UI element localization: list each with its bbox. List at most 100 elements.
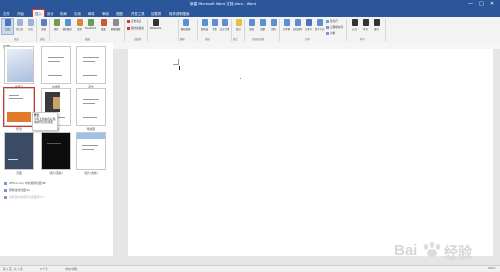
ribbon-button-label: Wikipedia — [149, 27, 162, 30]
tab-6[interactable]: 邮件 — [88, 11, 95, 16]
menu-item-label: 将所选内容保存到封面库(S)... — [9, 195, 47, 199]
ribbon-group-label: 文本 — [305, 38, 310, 41]
text-box-icon — [283, 19, 290, 26]
small-item-label: 我的加载项 — [131, 27, 144, 30]
tab-11[interactable]: 操作说明搜索 — [169, 11, 189, 16]
tab-2[interactable]: 插入 — [32, 8, 45, 18]
tab-4[interactable]: 布局 — [60, 11, 67, 16]
cover-menu-item[interactable]: 删除当前封面(R) — [4, 188, 30, 192]
minimize-button[interactable]: — — [468, 1, 473, 7]
ribbon-group-label: 批注 — [233, 38, 238, 41]
cover-thumbnail-caption: 平面 — [16, 171, 22, 175]
document-page[interactable] — [128, 49, 493, 256]
drop-cap-button[interactable]: 首字下沉 — [314, 19, 325, 34]
cover-thumbnail[interactable] — [3, 87, 35, 127]
wikipedia-icon — [152, 19, 159, 26]
tab-8[interactable]: 视图 — [116, 11, 123, 16]
cover-thumbnail[interactable] — [41, 132, 71, 170]
ribbon-group-separator — [178, 19, 179, 41]
tab-7[interactable]: 审阅 — [102, 11, 109, 16]
small-item-label: 签名行 — [330, 20, 338, 23]
document-canvas — [113, 49, 500, 256]
bookmark-icon — [211, 19, 218, 26]
ribbon-button-label: 交叉引用 — [219, 28, 230, 31]
ribbon-group-separator — [124, 19, 125, 41]
cover-page-gallery: 内置 奥斯汀边线型花丝怀旧积分母版型平面切片(深色)切片(浅色)怀旧带有大的彩色… — [0, 43, 114, 256]
maximize-button[interactable]: □ — [479, 1, 484, 7]
ribbon-small-item-3[interactable]: 日期和时间 — [326, 25, 343, 29]
page-count[interactable]: 第 1 页，共 1 页 — [3, 267, 23, 271]
cover-menu-item[interactable]: Office.com 中的其他封面(M) — [4, 181, 46, 185]
online-video-icon — [182, 19, 189, 26]
ribbon-button-label: 首字下沉 — [314, 28, 325, 31]
ribbon-group-label: 页眉和页脚 — [252, 38, 264, 41]
ribbon-group-separator — [147, 19, 148, 41]
hyperlink-icon — [201, 19, 208, 26]
cover-menu-item[interactable]: 将所选内容保存到封面库(S)... — [4, 195, 46, 199]
chart-icon — [100, 19, 107, 26]
page-break-button[interactable]: 分页 — [25, 19, 36, 34]
cover-thumbnail[interactable] — [76, 46, 106, 84]
menu-item-label: Office.com 中的其他封面(M) — [9, 181, 47, 185]
tab-9[interactable]: 开发工具 — [131, 11, 145, 16]
small-item-icon — [127, 19, 130, 23]
title-bar: 新建 Microsoft Word 文档.docx - Word — □ ✕ — [0, 0, 500, 9]
cover-thumbnail[interactable] — [4, 46, 34, 84]
comment-button[interactable]: 批注 — [233, 19, 244, 34]
ribbon-small-item-2[interactable]: 签名行 — [326, 19, 338, 23]
tab-0[interactable]: 文件 — [3, 11, 10, 16]
tab-5[interactable]: 引用 — [74, 11, 81, 16]
picture-icon — [53, 19, 60, 26]
cover-page-icon — [4, 19, 11, 26]
ribbon-group-separator — [385, 19, 386, 41]
watermark-url: jingyan.baidu.com — [446, 257, 474, 261]
ribbon-group-separator — [279, 19, 280, 41]
cover-thumbnail[interactable] — [4, 132, 34, 170]
tab-10[interactable]: 加载项 — [151, 11, 161, 16]
small-item-label: 应用商店 — [131, 20, 142, 23]
small-item-icon — [326, 19, 329, 23]
cover-thumbnail-caption: 母版型 — [86, 127, 96, 131]
word-count[interactable]: 0 个字 — [40, 267, 48, 271]
ribbon-group-label: 表格 — [40, 38, 45, 41]
menu-item-icon — [4, 181, 7, 185]
zoom-level[interactable]: 100% — [488, 267, 495, 270]
tab-1[interactable]: 开始 — [17, 11, 24, 16]
number-button[interactable]: 编号 — [371, 19, 382, 34]
smartart-button[interactable]: SmartArt — [85, 19, 96, 34]
cover-thumbnail-caption: 切片(浅色) — [84, 171, 98, 175]
ribbon-small-item-4[interactable]: 对象 — [326, 31, 335, 35]
cover-thumbnail[interactable] — [41, 46, 71, 84]
ribbon-group-separator — [346, 19, 347, 41]
menu-item-label: 删除当前封面(R) — [9, 188, 30, 192]
language-indicator[interactable]: 中文(中国) — [65, 267, 77, 271]
text-cursor — [179, 66, 180, 70]
cover-tooltip: 怀旧 带有大的彩色标题块的怀旧型封面 — [32, 112, 58, 131]
screenshot-button[interactable]: 屏幕截图 — [110, 19, 121, 34]
close-button[interactable]: ✕ — [490, 1, 494, 7]
ribbon-button-label: 屏幕截图 — [110, 28, 121, 31]
ribbon-group-label: 插图 — [85, 38, 90, 41]
cover-thumbnail[interactable] — [76, 88, 106, 126]
equation-icon — [351, 19, 358, 26]
menu-item-icon — [4, 188, 7, 192]
cover-thumbnail[interactable] — [76, 132, 106, 170]
baidu-jingyan-watermark: Bai 经验 jingyan.baidu.com — [386, 238, 496, 262]
ribbon-group-label: 页面 — [14, 38, 19, 41]
online-video-button[interactable]: 联机视频 — [180, 19, 191, 34]
screenshot-icon — [112, 19, 119, 26]
header-icon — [248, 19, 255, 26]
tab-3[interactable]: 设计 — [47, 11, 54, 16]
small-item-label: 对象 — [330, 32, 336, 35]
ribbon-group-label: 符号 — [360, 38, 365, 41]
ribbon-small-item-0[interactable]: 应用商店 — [127, 19, 141, 23]
cover-thumbnail-caption: 怀旧 — [16, 127, 22, 131]
cross-reference-button[interactable]: 交叉引用 — [219, 19, 230, 34]
cross-reference-icon — [221, 19, 228, 26]
table-button[interactable]: 表格 — [38, 19, 49, 34]
page-number-button[interactable]: 页码 — [268, 19, 279, 34]
footer-icon — [259, 19, 266, 26]
ribbon-small-item-1[interactable]: 我的加载项 — [127, 26, 144, 30]
wikipedia-button[interactable]: Wikipedia — [150, 19, 161, 34]
ribbon-group-separator — [197, 19, 198, 41]
